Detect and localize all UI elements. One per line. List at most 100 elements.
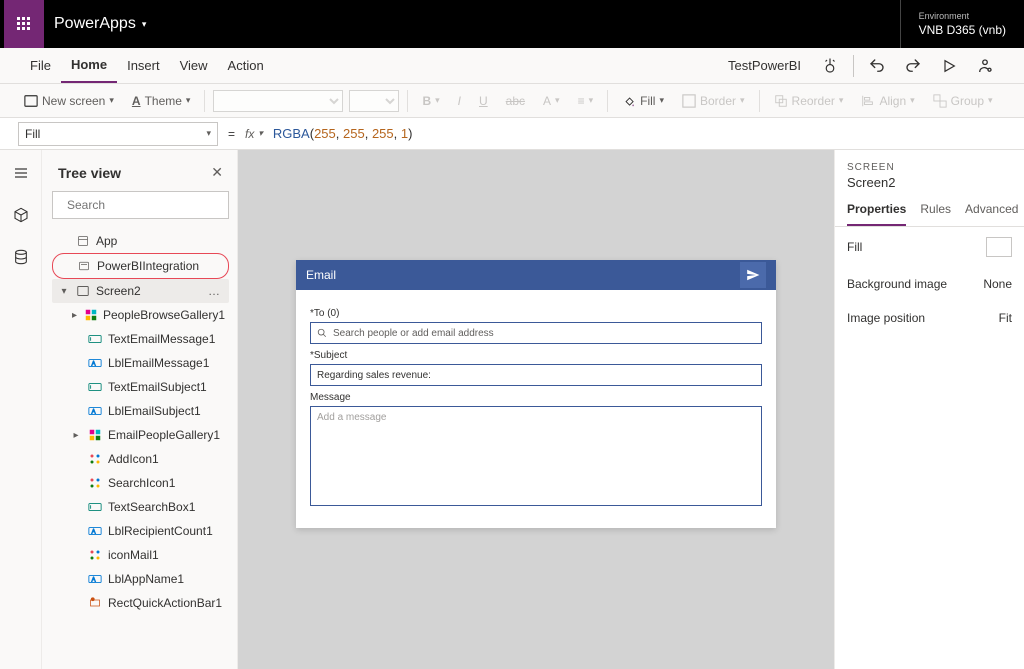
redo-icon[interactable] — [900, 53, 926, 79]
chevron-down-icon: ▾ — [435, 95, 440, 106]
fx-button[interactable]: fx ▾ — [245, 127, 273, 141]
tree-item-emailpeoplegallery[interactable]: ▸ EmailPeopleGallery1 — [52, 423, 229, 447]
share-icon[interactable] — [972, 53, 998, 79]
tree-item-label: PeopleBrowseGallery1 — [103, 308, 225, 322]
tree-item-lblappname[interactable]: A LblAppName1 — [52, 567, 229, 591]
play-icon[interactable] — [936, 53, 962, 79]
properties-panel: SCREEN Screen2 Properties Rules Advanced… — [834, 150, 1024, 669]
canvas[interactable]: Email *To (0) Search people or add email… — [238, 150, 834, 669]
tree-item-powerbi-integration[interactable]: PowerBIIntegration — [52, 253, 229, 279]
undo-icon[interactable] — [864, 53, 890, 79]
prop-background-image-row[interactable]: Background image None — [835, 267, 1024, 301]
send-button[interactable] — [740, 262, 766, 288]
tree-item-screen2[interactable]: ▾ Screen2 … — [52, 279, 229, 303]
fill-button[interactable]: Fill ▾ — [616, 91, 670, 111]
tree-item-label: TextEmailSubject1 — [108, 380, 207, 394]
formula-bar: Fill ▾ = fx ▾ RGBA(255, 255, 255, 1) — [0, 118, 1024, 150]
tree-item-label: PowerBIIntegration — [97, 259, 199, 273]
bold-button[interactable]: B▾ — [416, 91, 445, 111]
subject-input[interactable]: Regarding sales revenue: — [310, 364, 762, 386]
theme-button[interactable]: A Theme ▾ — [126, 91, 197, 111]
left-rail-data[interactable] — [8, 244, 34, 270]
reorder-button[interactable]: Reorder ▾ — [768, 91, 850, 111]
reorder-icon — [774, 94, 788, 108]
property-name: Fill — [25, 127, 40, 141]
font-color-button[interactable]: A▾ — [537, 91, 566, 111]
tree-item-peoplebrowsegallery[interactable]: ▸ PeopleBrowseGallery1 — [52, 303, 229, 327]
tab-advanced[interactable]: Advanced — [965, 202, 1018, 226]
group-button[interactable]: Group ▾ — [927, 91, 999, 111]
icon-control-icon — [88, 548, 102, 562]
subject-value: Regarding sales revenue: — [317, 370, 431, 381]
to-input[interactable]: Search people or add email address — [310, 322, 762, 344]
chevron-right-icon[interactable]: ▸ — [70, 430, 82, 441]
font-family-select[interactable] — [213, 90, 343, 112]
align-button[interactable]: Align ▾ — [855, 91, 920, 111]
tree-item-lblrecipientcount[interactable]: A LblRecipientCount1 — [52, 519, 229, 543]
tree-item-textsearchbox[interactable]: TextSearchBox1 — [52, 495, 229, 519]
new-screen-icon — [24, 94, 38, 108]
waffle-menu[interactable] — [4, 0, 44, 48]
menu-view[interactable]: View — [170, 48, 218, 83]
fill-color-swatch[interactable] — [986, 237, 1012, 257]
document-name[interactable]: TestPowerBI — [728, 58, 801, 73]
strikethrough-button[interactable]: abc — [500, 91, 531, 111]
underline-button[interactable]: U — [473, 91, 494, 111]
prop-fill-row[interactable]: Fill — [835, 227, 1024, 267]
tree-item-label: LblEmailSubject1 — [108, 404, 201, 418]
prop-image-position-row[interactable]: Image position Fit — [835, 301, 1024, 335]
prop-label: Image position — [847, 311, 925, 325]
tree-item-textemailmessage[interactable]: TextEmailMessage1 — [52, 327, 229, 351]
tree-item-label: LblAppName1 — [108, 572, 184, 586]
menu-bar: File Home Insert View Action TestPowerBI — [0, 48, 1024, 84]
chevron-down-icon[interactable]: ▾ — [58, 286, 70, 297]
tree-item-searchicon[interactable]: SearchIcon1 — [52, 471, 229, 495]
left-rail — [0, 150, 42, 669]
environment-picker[interactable]: Environment VNB D365 (vnb) — [900, 0, 1024, 48]
tree-item-iconmail[interactable]: iconMail1 — [52, 543, 229, 567]
tree-item-textemailsubject[interactable]: TextEmailSubject1 — [52, 375, 229, 399]
email-header-bar: Email — [296, 260, 776, 290]
close-icon[interactable]: ✕ — [211, 164, 223, 181]
tree-item-label: SearchIcon1 — [108, 476, 175, 490]
tree-item-label: TextEmailMessage1 — [108, 332, 215, 346]
prop-label: Fill — [847, 240, 862, 254]
tree-item-lblemailmessage[interactable]: A LblEmailMessage1 — [52, 351, 229, 375]
formula-input[interactable]: RGBA(255, 255, 255, 1) — [273, 126, 1006, 142]
tree-search-input[interactable] — [67, 198, 222, 212]
chevron-right-icon[interactable]: ▸ — [70, 310, 79, 321]
tree-item-label: RectQuickActionBar1 — [108, 596, 222, 610]
email-screen[interactable]: Email *To (0) Search people or add email… — [296, 260, 776, 528]
tree-item-rectquickactionbar[interactable]: RectQuickActionBar1 — [52, 591, 229, 615]
menu-home[interactable]: Home — [61, 48, 117, 83]
gallery-icon — [88, 428, 102, 442]
app-name[interactable]: PowerApps ▾ — [54, 15, 146, 33]
text-input-icon — [88, 500, 102, 514]
italic-button[interactable]: I — [452, 91, 467, 111]
tree-item-app[interactable]: App — [52, 229, 229, 253]
align-text-button[interactable]: ≡▾ — [572, 91, 600, 111]
gallery-icon — [85, 308, 97, 322]
tree-item-label: AddIcon1 — [108, 452, 159, 466]
border-button[interactable]: Border ▾ — [676, 91, 751, 111]
property-selector[interactable]: Fill ▾ — [18, 122, 218, 146]
integration-icon — [77, 259, 91, 273]
text-input-icon — [88, 380, 102, 394]
menu-action[interactable]: Action — [218, 48, 274, 83]
more-options-icon[interactable]: … — [208, 284, 221, 298]
menu-file[interactable]: File — [20, 48, 61, 83]
message-input[interactable]: Add a message — [310, 406, 762, 506]
tab-properties[interactable]: Properties — [847, 202, 906, 226]
new-screen-button[interactable]: New screen ▾ — [18, 91, 120, 111]
tree-item-lblemailsubject[interactable]: A LblEmailSubject1 — [52, 399, 229, 423]
tree-item-addicon[interactable]: AddIcon1 — [52, 447, 229, 471]
menu-insert[interactable]: Insert — [117, 48, 170, 83]
subject-label: *Subject — [310, 350, 762, 361]
tree-search-box[interactable] — [52, 191, 229, 219]
left-rail-insert[interactable] — [8, 202, 34, 228]
tree-view-toggle[interactable] — [8, 160, 34, 186]
font-size-select[interactable] — [349, 90, 399, 112]
tree-view-title: Tree view — [58, 165, 121, 181]
app-checker-icon[interactable] — [817, 53, 843, 79]
tab-rules[interactable]: Rules — [920, 202, 951, 226]
